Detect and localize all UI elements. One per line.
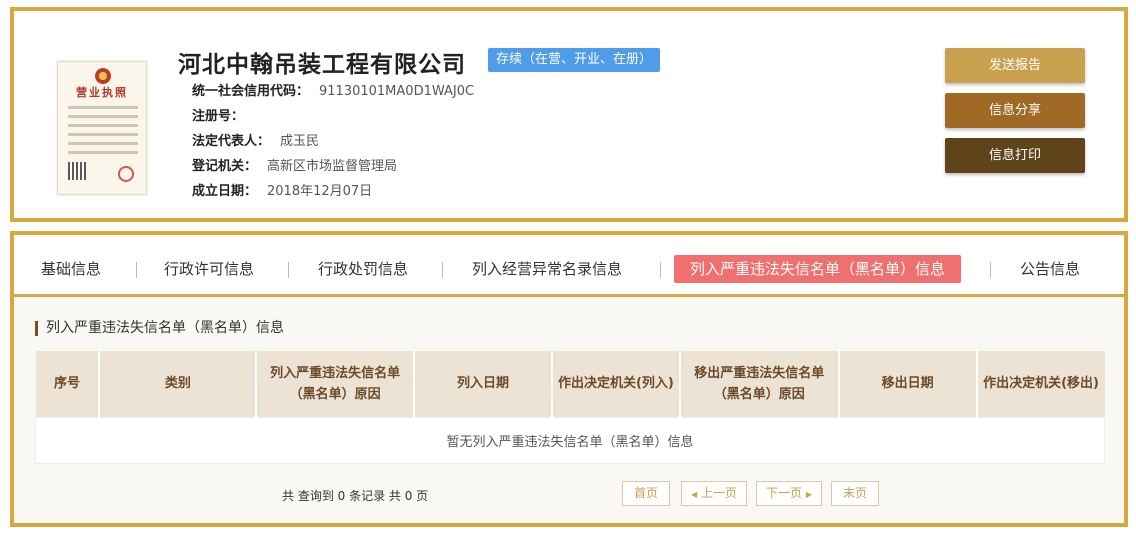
tab-divider bbox=[990, 262, 991, 278]
tab-divider bbox=[660, 262, 661, 278]
info-row-credit-code: 统一社会信用代码： 91130101MA0D1WAJ0C bbox=[192, 79, 474, 104]
table-header-row: 序号 类别 列入严重违法失信名单（黑名单）原因 列入日期 作出决定机关(列入) … bbox=[35, 351, 1105, 417]
column-header: 列入严重违法失信名单（黑名单）原因 bbox=[256, 351, 416, 417]
info-label: 成立日期： bbox=[192, 184, 258, 199]
tab-announcements[interactable]: 公告信息 bbox=[1020, 255, 1080, 283]
info-value: 成玉民 bbox=[280, 134, 320, 149]
license-text-lines bbox=[68, 106, 138, 160]
arrow-right-icon: ▶ bbox=[805, 490, 812, 499]
share-info-button[interactable]: 信息分享 bbox=[945, 93, 1085, 128]
tab-divider bbox=[136, 262, 137, 278]
first-page-label: 首页 bbox=[633, 486, 658, 500]
pagination-summary: 共 查询到 0 条记录 共 0 页 bbox=[282, 489, 429, 503]
detail-panel: 基础信息 行政许可信息 行政处罚信息 列入经营异常名录信息 列入严重违法失信名单… bbox=[10, 231, 1128, 527]
first-page-button[interactable]: 首页 bbox=[622, 481, 670, 506]
last-page-button[interactable]: 末页 bbox=[831, 481, 879, 506]
info-row-registration-number: 注册号： bbox=[192, 104, 474, 129]
license-title: 营业执照 bbox=[76, 86, 128, 99]
column-header: 移出日期 bbox=[838, 351, 978, 417]
column-header: 序号 bbox=[35, 351, 101, 417]
blacklist-table: 序号 类别 列入严重违法失信名单（黑名单）原因 列入日期 作出决定机关(列入) … bbox=[35, 351, 1105, 464]
tab-blacklist[interactable]: 列入严重违法失信名单（黑名单）信息 bbox=[674, 255, 962, 283]
column-header: 作出决定机关(列入) bbox=[551, 351, 681, 417]
company-info-card: 营业执照 河北中翰吊装工程有限公司 存续（在营、开业、在册） 统一社会信用代码：… bbox=[10, 7, 1128, 222]
qr-code-icon bbox=[68, 162, 86, 180]
status-badge: 存续（在营、开业、在册） bbox=[488, 48, 661, 72]
company-info-list: 统一社会信用代码： 91130101MA0D1WAJ0C 注册号： 法定代表人： 成… bbox=[192, 79, 474, 204]
info-label: 法定代表人： bbox=[192, 134, 271, 149]
business-license-image: 营业执照 bbox=[57, 61, 147, 195]
empty-table-message: 暂无列入严重违法失信名单（黑名单）信息 bbox=[35, 416, 1105, 464]
column-header: 移出严重违法失信名单（黑名单）原因 bbox=[679, 351, 840, 417]
prev-page-button[interactable]: ◀ 上一页 bbox=[681, 481, 747, 506]
next-page-label: 下一页 bbox=[766, 486, 803, 500]
print-info-button[interactable]: 信息打印 bbox=[945, 138, 1085, 173]
column-header: 作出决定机关(移出) bbox=[976, 351, 1105, 417]
info-label: 统一社会信用代码： bbox=[192, 84, 310, 99]
table-row: 暂无列入严重违法失信名单（黑名单）信息 bbox=[35, 416, 1105, 464]
national-emblem-icon bbox=[95, 68, 111, 84]
tab-abnormal-operation[interactable]: 列入经营异常名录信息 bbox=[472, 255, 622, 283]
info-value: 高新区市场监督管理局 bbox=[267, 159, 398, 174]
official-seal-icon bbox=[118, 166, 134, 182]
info-row-legal-representative: 法定代表人： 成玉民 bbox=[192, 129, 474, 154]
column-header: 类别 bbox=[99, 351, 258, 417]
company-name: 河北中翰吊装工程有限公司 bbox=[178, 52, 466, 78]
tab-admin-penalty[interactable]: 行政处罚信息 bbox=[318, 255, 408, 283]
arrow-left-icon: ◀ bbox=[691, 490, 698, 499]
last-page-label: 末页 bbox=[842, 486, 867, 500]
info-row-registration-authority: 登记机关： 高新区市场监督管理局 bbox=[192, 154, 474, 179]
info-row-establish-date: 成立日期： 2018年12月07日 bbox=[192, 179, 474, 204]
info-label: 注册号： bbox=[192, 109, 245, 124]
tab-divider bbox=[288, 262, 289, 278]
tab-divider bbox=[442, 262, 443, 278]
info-tabs: 基础信息 行政许可信息 行政处罚信息 列入经营异常名录信息 列入严重违法失信名单… bbox=[14, 235, 1124, 297]
tab-admin-license[interactable]: 行政许可信息 bbox=[164, 255, 254, 283]
tab-basic-info[interactable]: 基础信息 bbox=[41, 255, 101, 283]
column-header: 列入日期 bbox=[414, 351, 553, 417]
info-value: 2018年12月07日 bbox=[267, 184, 373, 199]
tab-content: 列入严重违法失信名单（黑名单）信息 序号 类别 列入严重违法失信名单（黑名单）原… bbox=[14, 297, 1124, 523]
prev-page-label: 上一页 bbox=[700, 486, 737, 500]
send-report-button[interactable]: 发送报告 bbox=[945, 48, 1085, 83]
info-label: 登记机关： bbox=[192, 159, 258, 174]
info-value: 91130101MA0D1WAJ0C bbox=[319, 84, 475, 99]
next-page-button[interactable]: 下一页 ▶ bbox=[756, 481, 822, 506]
section-title: 列入严重违法失信名单（黑名单）信息 bbox=[35, 321, 284, 336]
